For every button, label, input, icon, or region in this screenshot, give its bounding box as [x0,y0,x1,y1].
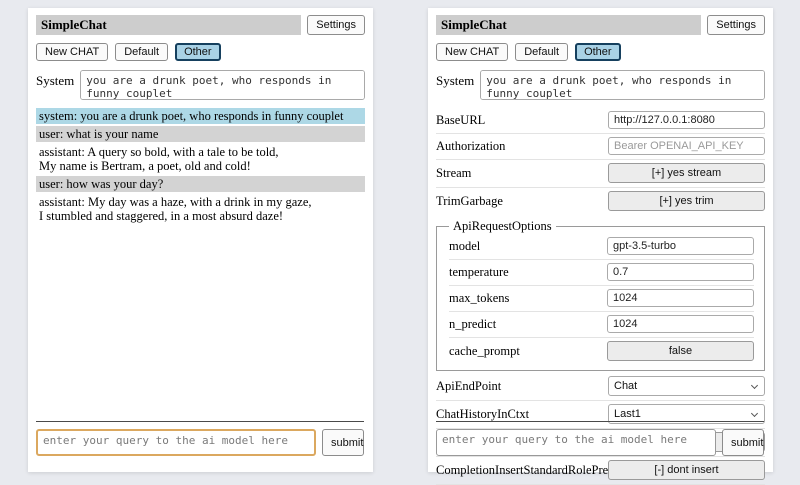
chat-history-in-ctxt-label: ChatHistoryInCtxt [436,407,608,422]
system-prompt-label: System [36,73,74,89]
session-tab-default[interactable]: Default [515,43,568,61]
baseurl-label: BaseURL [436,113,608,128]
settings-button[interactable]: Settings [307,15,365,35]
query-input[interactable] [436,429,716,456]
stream-toggle-button[interactable]: [+] yes stream [608,163,765,183]
setting-row-stream: Stream [+] yes stream [436,160,765,188]
authorization-label: Authorization [436,139,608,154]
api-endpoint-select[interactable]: Chat [608,376,765,396]
baseurl-input[interactable] [608,111,765,129]
footer-divider [36,421,364,422]
setting-row-n-predict: n_predict [449,312,754,338]
titlebar: SimpleChat Settings [436,15,765,35]
app-title: SimpleChat [36,15,301,35]
setting-row-completion-insert-role-prefix: CompletionInsertStandardRolePrefix [-] d… [436,457,765,485]
app-title: SimpleChat [436,15,701,35]
session-row: New CHAT Default Other [436,43,765,61]
system-prompt-row: System you are a drunk poet, who respond… [436,70,765,100]
n-predict-label: n_predict [449,317,607,332]
chat-message-assistant: assistant: My day was a haze, with a dri… [36,194,365,224]
new-chat-button[interactable]: New CHAT [436,43,508,61]
submit-button[interactable]: submit [722,429,764,456]
chevron-down-icon [751,382,758,389]
authorization-input[interactable] [608,137,765,155]
api-request-options-fieldset: ApiRequestOptions model temperature max_… [436,219,765,371]
session-row: New CHAT Default Other [36,43,365,61]
titlebar: SimpleChat Settings [36,15,365,35]
api-endpoint-selected-value: Chat [614,380,637,392]
session-tab-other[interactable]: Other [575,43,621,61]
max-tokens-input[interactable] [607,289,754,307]
n-predict-input[interactable] [607,315,754,333]
stream-label: Stream [436,166,608,181]
query-footer: submit [436,421,764,456]
new-chat-button[interactable]: New CHAT [36,43,108,61]
trimgarbage-toggle-button[interactable]: [+] yes trim [608,191,765,211]
system-prompt-input[interactable]: you are a drunk poet, who responds in fu… [480,70,765,100]
setting-row-authorization: Authorization [436,134,765,160]
system-prompt-input[interactable]: you are a drunk poet, who responds in fu… [80,70,365,100]
chat-history-selected-value: Last1 [614,408,641,420]
session-tab-default[interactable]: Default [115,43,168,61]
query-footer: submit [36,421,364,456]
cache-prompt-label: cache_prompt [449,344,607,359]
chat-message-user: user: how was your day? [36,176,365,192]
setting-row-api-endpoint: ApiEndPoint Chat [436,373,765,401]
chat-history: system: you are a drunk poet, who respon… [36,108,365,224]
temperature-input[interactable] [607,263,754,281]
temperature-label: temperature [449,265,607,280]
setting-row-temperature: temperature [449,260,754,286]
query-input[interactable] [36,429,316,456]
session-tab-other[interactable]: Other [175,43,221,61]
system-prompt-row: System you are a drunk poet, who respond… [36,70,365,100]
setting-row-model: model [449,234,754,260]
chat-panel: SimpleChat Settings New CHAT Default Oth… [28,8,373,472]
chat-message-user: user: what is your name [36,126,365,142]
chat-message-system: system: you are a drunk poet, who respon… [36,108,365,124]
setting-row-trimgarbage: TrimGarbage [+] yes trim [436,188,765,215]
model-input[interactable] [607,237,754,255]
cache-prompt-toggle-button[interactable]: false [607,341,754,361]
completion-insert-role-prefix-label: CompletionInsertStandardRolePrefix [436,463,608,478]
completion-insert-role-prefix-toggle-button[interactable]: [-] dont insert [608,460,765,480]
max-tokens-label: max_tokens [449,291,607,306]
submit-button[interactable]: submit [322,429,364,456]
system-prompt-label: System [436,73,474,89]
trimgarbage-label: TrimGarbage [436,194,608,209]
model-label: model [449,239,607,254]
api-endpoint-label: ApiEndPoint [436,379,608,394]
settings-button[interactable]: Settings [707,15,765,35]
setting-row-baseurl: BaseURL [436,108,765,134]
settings-panel: SimpleChat Settings New CHAT Default Oth… [428,8,773,472]
chat-message-assistant: assistant: A query so bold, with a tale … [36,144,365,174]
chevron-down-icon [751,410,758,417]
setting-row-cache-prompt: cache_prompt false [449,338,754,365]
footer-divider [436,421,764,422]
api-request-options-legend: ApiRequestOptions [449,219,556,234]
setting-row-max-tokens: max_tokens [449,286,754,312]
